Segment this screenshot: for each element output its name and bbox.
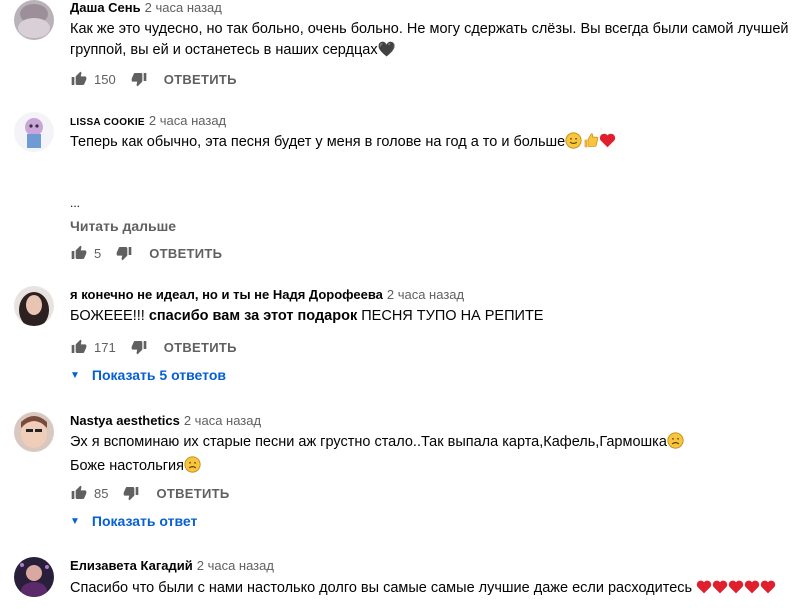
comment-text-line: Эх я вспоминаю их старые песни аж грустн…	[70, 434, 667, 450]
avatar[interactable]	[14, 0, 54, 40]
comment-text: Спасибо что были с нами настолько долго …	[70, 578, 790, 602]
truncated-ellipsis: ...	[70, 196, 81, 210]
read-more-link[interactable]: Читать дальше	[70, 218, 176, 234]
comment-text-line: Боже настольгия	[70, 458, 185, 474]
thumb-up-icon	[71, 245, 87, 259]
dislike-button[interactable]	[122, 484, 140, 502]
like-count: 171	[94, 339, 116, 355]
heart-icon	[760, 579, 776, 602]
comment-text-line: Как же это чудесно, но так больно, очень…	[70, 21, 789, 37]
thumb-down-icon	[131, 73, 147, 87]
heart-icon	[712, 579, 728, 602]
comment-time[interactable]: 2 часа назад	[387, 287, 464, 302]
thumbs-up-emoji-icon	[582, 132, 599, 156]
sad-emoji-icon	[667, 432, 684, 456]
comment-time[interactable]: 2 часа назад	[197, 558, 274, 573]
comment-text-bold: спасибо вам за этот подарок	[148, 308, 358, 324]
like-button[interactable]	[70, 338, 88, 356]
dislike-button[interactable]	[130, 338, 148, 356]
comment-author[interactable]: Даша Сень	[70, 0, 141, 15]
avatar[interactable]	[14, 112, 54, 152]
comment-text-part: ПЕСНЯ ТУПО НА РЕПИТЕ	[361, 308, 544, 324]
avatar[interactable]	[14, 412, 54, 452]
show-replies-button[interactable]: ▼ Показать 5 ответов	[70, 367, 226, 383]
like-count: 150	[94, 71, 116, 87]
comment-text: Эх я вспоминаю их старые песни аж грустн…	[70, 432, 790, 480]
reply-button[interactable]: ОТВЕТИТЬ	[156, 486, 229, 501]
thumb-down-icon	[116, 247, 132, 261]
thumb-up-icon	[71, 71, 87, 85]
comment-time[interactable]: 2 часа назад	[145, 0, 222, 15]
thumb-up-icon	[71, 339, 87, 353]
comment-text: Как же это чудесно, но так больно, очень…	[70, 19, 790, 61]
comment-text: Теперь как обычно, эта песня будет у мен…	[70, 132, 790, 156]
black-heart-emoji: 🖤	[377, 42, 396, 58]
heart-icon	[728, 579, 744, 602]
reply-button[interactable]: ОТВЕТИТЬ	[164, 340, 237, 355]
show-replies-label: Показать ответ	[91, 513, 198, 529]
comment-author[interactable]: я конечно не идеал, но и ты не Надя Доро…	[70, 287, 383, 302]
thumb-up-icon	[71, 485, 87, 499]
sad-emoji-icon	[184, 456, 201, 480]
avatar[interactable]	[14, 557, 54, 597]
chevron-down-icon: ▼	[70, 515, 80, 527]
show-replies-label: Показать 5 ответов	[91, 367, 226, 383]
reply-button[interactable]: ОТВЕТИТЬ	[164, 72, 237, 87]
comment-text: БОЖЕЕЕ!!! спасибо вам за этот подарок ПЕ…	[70, 306, 790, 327]
comment-text-line: Спасибо что были с нами настолько долго …	[70, 580, 693, 596]
comment-author[interactable]: Nastya aesthetics	[70, 413, 180, 428]
comment-text-line: группой, вы ей и останетесь в наших серд…	[70, 42, 378, 58]
reply-button[interactable]: ОТВЕТИТЬ	[149, 246, 222, 261]
avatar[interactable]	[14, 286, 54, 326]
comment-time[interactable]: 2 часа назад	[149, 113, 226, 128]
thumb-down-icon	[124, 487, 139, 501]
chevron-down-icon: ▼	[70, 369, 80, 381]
heart-icon	[599, 132, 616, 156]
show-replies-button[interactable]: ▼ Показать ответ	[70, 513, 197, 529]
smile-emoji-icon	[565, 132, 582, 156]
dislike-button[interactable]	[115, 244, 133, 262]
comment-text-part: БОЖЕЕЕ!!!	[70, 308, 145, 324]
thumb-down-icon	[131, 341, 147, 355]
comment-text-line: Теперь как обычно, эта песня будет у мен…	[70, 134, 566, 150]
like-button[interactable]	[70, 484, 88, 502]
comment-author[interactable]: LISSA COOKIE	[70, 117, 145, 128]
like-button[interactable]	[70, 244, 88, 262]
like-button[interactable]	[70, 70, 88, 88]
comment-author[interactable]: Елизавета Кагадий	[70, 558, 193, 573]
heart-icon	[744, 579, 760, 602]
dislike-button[interactable]	[130, 70, 148, 88]
like-count: 85	[94, 485, 109, 501]
heart-icon	[696, 579, 712, 602]
like-count: 5	[94, 245, 102, 261]
comment-time[interactable]: 2 часа назад	[184, 413, 261, 428]
